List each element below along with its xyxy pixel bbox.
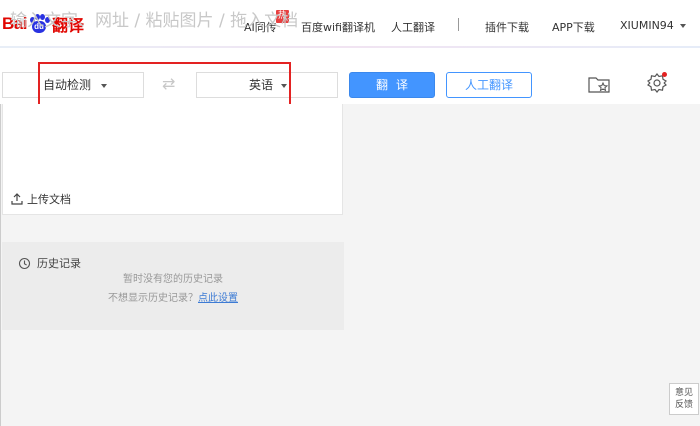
history-clock-icon — [18, 257, 31, 269]
feedback-button[interactable]: 意见 反馈 — [669, 383, 699, 415]
upload-icon — [11, 193, 23, 205]
history-title: 历史记录 — [18, 255, 81, 271]
nav-human-translation[interactable]: 人工翻译 — [391, 19, 435, 35]
username: XIUMIN94 — [620, 19, 674, 32]
history-setting-link[interactable]: 点此设置 — [198, 293, 238, 304]
favorites-folder-icon[interactable] — [588, 74, 610, 94]
upload-document-button[interactable]: 上传文档 — [11, 191, 71, 207]
nav-plugin-download[interactable]: 插件下载 — [485, 19, 529, 35]
highlight-annotation-box — [38, 62, 291, 107]
history-title-label: 历史记录 — [37, 257, 81, 270]
chevron-down-icon — [679, 24, 686, 28]
history-tip-text: 不想显示历史记录？ — [108, 293, 198, 304]
source-text-placeholder[interactable]: 输入文字、网址 / 粘贴图片 / 拖入文档 — [10, 9, 328, 33]
user-menu[interactable]: XIUMIN94 — [620, 19, 686, 32]
upload-document-label: 上传文档 — [27, 193, 71, 206]
gradient-divider — [0, 46, 700, 48]
history-empty-message: 暂时没有您的历史记录 — [123, 274, 223, 285]
nav-separator — [458, 18, 459, 31]
feedback-line-1: 意见 — [674, 388, 693, 398]
nav-app-download[interactable]: APP下载 — [552, 19, 595, 35]
notification-dot — [662, 72, 667, 77]
feedback-line-2: 反馈 — [674, 400, 693, 410]
translate-button[interactable]: 翻译 — [349, 72, 435, 98]
human-translation-button[interactable]: 人工翻译 — [446, 72, 532, 98]
history-setting-tip: 不想显示历史记录？点此设置 — [0, 289, 346, 304]
